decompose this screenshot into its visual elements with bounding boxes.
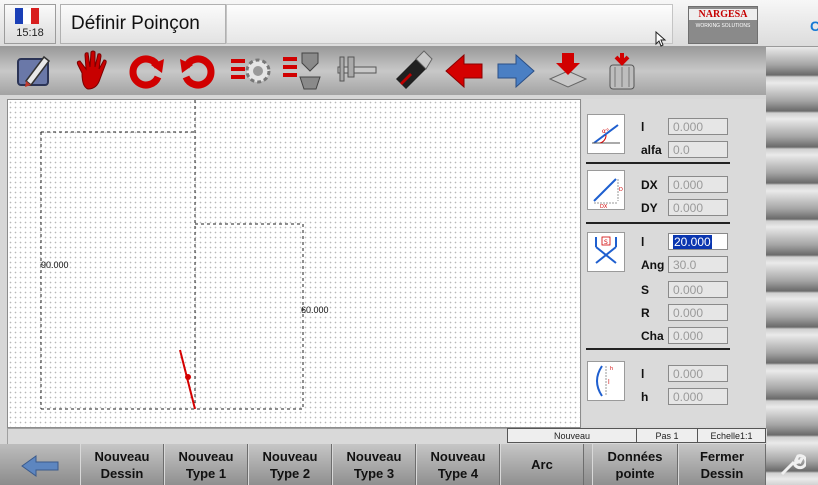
s-label: S	[641, 283, 650, 297]
rotate-icon[interactable]	[124, 49, 168, 93]
tools-button[interactable]	[766, 444, 818, 485]
arc-l-label: l	[641, 367, 645, 381]
r-field[interactable]: 0.000	[668, 304, 728, 321]
l-field[interactable]: 0.000	[668, 118, 728, 135]
bend-diagram-icon: S	[587, 232, 625, 272]
arc-button-label: Arc	[531, 457, 553, 472]
import-icon[interactable]	[546, 49, 590, 93]
arc-diagram-icon: l h	[587, 361, 625, 401]
dy-label: DY	[641, 201, 658, 215]
length-label: l	[641, 235, 645, 249]
new-type3-line1: Nouveau	[346, 448, 402, 464]
mouse-pointer-icon	[655, 31, 667, 47]
tip-data-line1: Données	[607, 448, 663, 464]
new-type4-line2: Type 4	[437, 465, 479, 481]
svg-text:S: S	[604, 239, 608, 246]
caliper-icon[interactable]	[334, 49, 378, 93]
svg-text:α°: α°	[602, 128, 609, 135]
length-field[interactable]: 20.000	[668, 233, 728, 250]
clock-text: 15:18	[16, 27, 44, 39]
arrow-right-icon[interactable]	[494, 49, 538, 93]
new-type2-line2: Type 2	[269, 465, 311, 481]
edit-icon[interactable]	[12, 49, 56, 93]
rotate-reverse-icon[interactable]	[176, 49, 220, 93]
dimension-label-height: 90.000	[41, 260, 69, 270]
r-label: R	[641, 306, 650, 320]
back-arrow-icon	[21, 455, 59, 477]
new-drawing-button[interactable]: Nouveau Dessin	[80, 444, 164, 485]
panel-divider	[586, 162, 730, 164]
cha-label: Cha	[641, 329, 664, 343]
hand-icon[interactable]	[70, 49, 114, 93]
tip-data-line2: pointe	[615, 465, 655, 481]
length-value: 20.000	[673, 235, 712, 249]
new-type3-button[interactable]: Nouveau Type 3	[332, 444, 416, 485]
ang-field[interactable]: 30.0	[668, 256, 728, 273]
close-drawing-line2: Dessin	[700, 465, 744, 481]
new-type2-line1: Nouveau	[262, 448, 318, 464]
arc-h-label: h	[641, 390, 649, 404]
toolbar	[0, 47, 766, 95]
s-field[interactable]: 0.000	[668, 281, 728, 298]
svg-text:D: D	[619, 187, 623, 193]
svg-text:l: l	[608, 379, 610, 386]
ang-label: Ang	[641, 258, 665, 272]
arc-h-field[interactable]: 0.000	[668, 388, 728, 405]
wrench-icon	[780, 454, 806, 476]
help-icon[interactable]: C	[810, 18, 818, 34]
svg-text:h: h	[610, 366, 613, 372]
tooling-icon[interactable]	[280, 49, 324, 93]
tip-data-button[interactable]: Données pointe	[592, 444, 678, 485]
new-type1-button[interactable]: Nouveau Type 1	[164, 444, 248, 485]
l-label: l	[641, 120, 645, 134]
right-side-bar	[766, 47, 818, 485]
scale-status: Echelle1:1	[697, 428, 766, 443]
offset-diagram-icon: DX D	[587, 170, 625, 210]
language-button[interactable]: 15:18	[4, 4, 56, 44]
title-box: Définir Poinçon	[60, 4, 226, 44]
arc-button[interactable]: Arc	[500, 444, 584, 485]
close-drawing-button[interactable]: Fermer Dessin	[678, 444, 766, 485]
brand-logo: NARGESA WORKING SOLUTIONS	[688, 6, 758, 44]
alfa-field[interactable]: 0.0	[668, 141, 728, 158]
new-type1-line1: Nouveau	[178, 448, 234, 464]
dimension-label-width: 60.000	[301, 305, 329, 315]
close-drawing-line1: Fermer	[699, 448, 745, 464]
arc-l-field[interactable]: 0.000	[668, 365, 728, 382]
dx-field[interactable]: 0.000	[668, 176, 728, 193]
panel-divider	[586, 222, 730, 224]
new-type1-line2: Type 1	[185, 465, 227, 481]
settings-icon[interactable]	[228, 49, 272, 93]
new-type3-line2: Type 3	[353, 465, 395, 481]
drawing-canvas[interactable]: 90.000 60.000	[7, 99, 581, 428]
svg-text:DX: DX	[600, 204, 608, 210]
alfa-label: alfa	[641, 143, 662, 157]
message-area	[226, 4, 673, 47]
panel-divider	[586, 348, 730, 350]
new-type4-button[interactable]: Nouveau Type 4	[416, 444, 500, 485]
delete-icon[interactable]	[600, 49, 644, 93]
french-flag-icon	[15, 8, 39, 24]
logo-tagline: WORKING SOLUTIONS	[695, 23, 751, 29]
dx-label: DX	[641, 178, 658, 192]
arrow-left-icon[interactable]	[442, 49, 486, 93]
new-drawing-line1: Nouveau	[94, 448, 150, 464]
step-status: Pas 1	[636, 428, 698, 443]
page-title: Définir Poinçon	[71, 13, 200, 34]
new-type2-button[interactable]: Nouveau Type 2	[248, 444, 332, 485]
cha-field[interactable]: 0.000	[668, 327, 728, 344]
dy-field[interactable]: 0.000	[668, 199, 728, 216]
usb-icon[interactable]	[390, 49, 434, 93]
new-drawing-line2: Dessin	[100, 465, 144, 481]
mode-status: Nouveau	[507, 428, 637, 443]
angle-diagram-icon: α°	[587, 114, 625, 154]
punch-drawing	[40, 100, 304, 410]
logo-name: NARGESA	[689, 9, 757, 20]
back-button[interactable]	[0, 444, 80, 485]
new-type4-line1: Nouveau	[430, 448, 486, 464]
